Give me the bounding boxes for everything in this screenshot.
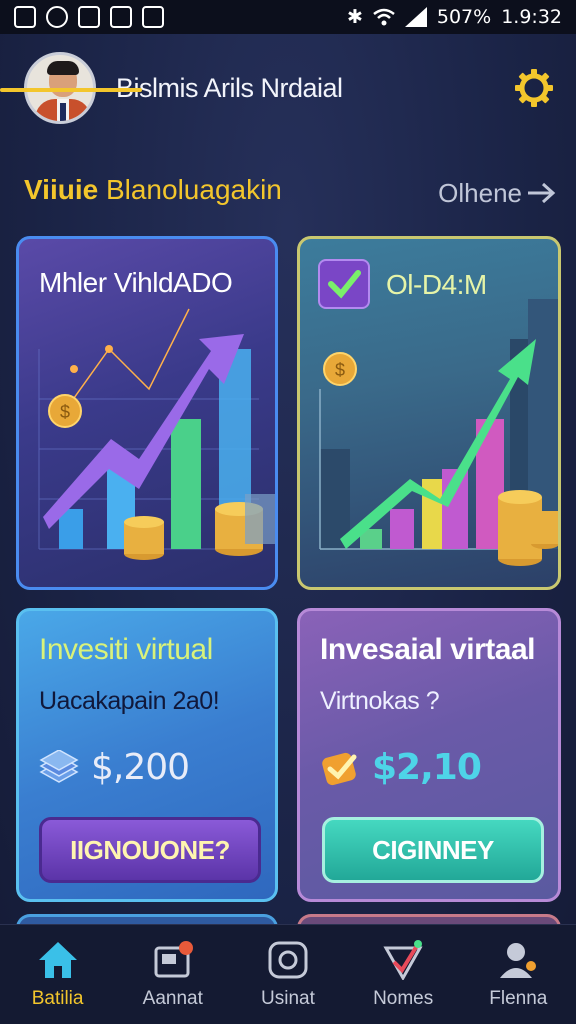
investment-card[interactable]: Invesiti virtual Uacakapain 2a0! $,200 I… xyxy=(16,608,278,902)
status-bar: ✱ 507% 1.9:32 xyxy=(0,0,576,34)
signal-icon xyxy=(404,7,427,27)
investment-title: Invesiti virtual xyxy=(39,633,213,666)
check-badge-icon xyxy=(318,259,370,309)
notification-icon xyxy=(14,6,36,28)
nav-label: Nomes xyxy=(373,987,434,1009)
nav-label: Flenna xyxy=(489,987,548,1009)
profile-icon xyxy=(500,942,537,978)
section-title: Viiuie Blanoluagakin xyxy=(24,174,282,212)
investment-amount-row: $,200 xyxy=(39,747,190,788)
camera-icon xyxy=(268,941,308,978)
section-title-underline xyxy=(0,88,142,92)
wifi-icon xyxy=(373,8,395,26)
investment-amount-row: $2,10 xyxy=(320,747,482,788)
nav-label: Usinat xyxy=(261,987,315,1009)
app-screen: Bislmis Arils Nrdaial Viiuie Blanoluagak xyxy=(0,34,576,1024)
check-badge-icon xyxy=(322,752,357,785)
invest-button[interactable]: IIGNOUONE? xyxy=(39,817,261,883)
section-header: Viiuie Blanoluagakin Olhene xyxy=(24,168,556,218)
investment-amount: $2,10 xyxy=(372,747,482,788)
instagram-icon xyxy=(110,6,132,28)
feature-card-city-growth[interactable]: $ Ol-D4:M xyxy=(297,236,561,590)
bottom-navigation: Batilia Aannat Usinat Nomes Flenna xyxy=(0,924,576,1024)
investment-card[interactable]: Invesaial virtaal Virtnokas ? $2,10 CIGI… xyxy=(297,608,561,902)
invest-button[interactable]: CIGINNEY xyxy=(322,817,544,883)
investment-subtitle: Uacakapain 2a0! xyxy=(39,687,220,715)
investment-amount: $,200 xyxy=(91,747,190,788)
clock: 1.9:32 xyxy=(501,6,562,28)
nav-label: Aannat xyxy=(142,987,203,1009)
feature-card-title: Ol-D4:M xyxy=(386,269,487,300)
feature-card-title: Mhler VihldADO xyxy=(39,267,233,298)
whatsapp-icon xyxy=(46,6,68,28)
battery-level: 507% xyxy=(436,6,492,28)
section-title-rest: Blanoluagakin xyxy=(98,174,282,205)
feature-card-growth[interactable]: $ Mhler VihldADO xyxy=(16,236,278,590)
svg-text:$: $ xyxy=(60,402,70,422)
nav-item-camera[interactable]: Usinat xyxy=(233,940,343,1010)
header-title: Bislmis Arils Nrdaial xyxy=(116,72,343,103)
chart-icon xyxy=(383,939,423,980)
section-title-bold: Viiuie xyxy=(24,174,99,205)
nav-item-home[interactable]: Batilia xyxy=(3,940,113,1010)
nav-label: Batilia xyxy=(31,987,84,1009)
gear-icon[interactable] xyxy=(512,66,556,110)
see-all-label: Olhene xyxy=(438,177,522,208)
see-all-link[interactable]: Olhene xyxy=(438,178,556,209)
investment-title: Invesaial virtaal xyxy=(320,633,535,666)
tiktok-icon xyxy=(142,6,164,28)
status-notification-icons xyxy=(14,6,164,28)
portfolio-icon xyxy=(154,940,193,977)
messenger-icon xyxy=(78,6,100,28)
nav-item-profile[interactable]: Flenna xyxy=(463,940,573,1010)
arrow-right-icon xyxy=(528,182,556,204)
investment-subtitle: Virtnokas ? xyxy=(320,687,440,715)
nav-item-markets[interactable]: Nomes xyxy=(348,939,458,1010)
money-stack-icon xyxy=(39,749,79,783)
nav-item-portfolio[interactable]: Aannat xyxy=(118,940,228,1010)
svg-text:$: $ xyxy=(335,360,345,380)
bluetooth-icon: ✱ xyxy=(346,6,363,28)
home-icon xyxy=(38,941,77,978)
